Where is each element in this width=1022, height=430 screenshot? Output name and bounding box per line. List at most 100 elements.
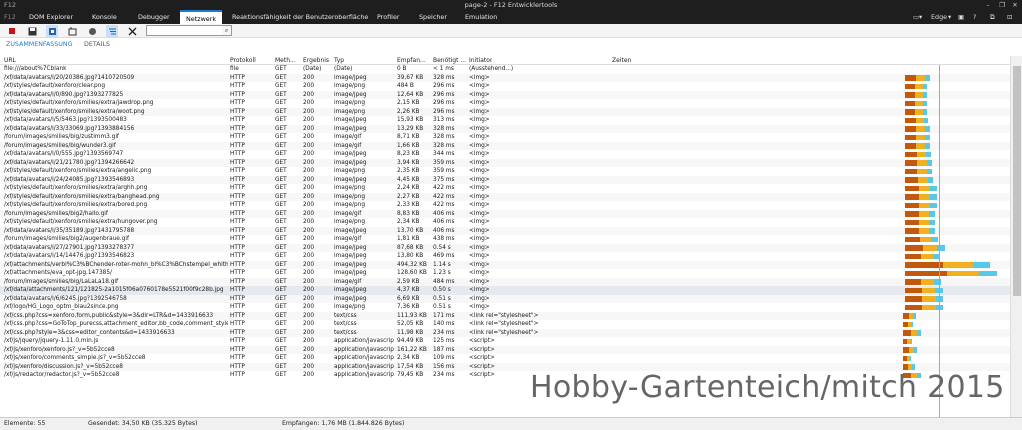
tab-netzwerk[interactable]: Netzwerk <box>180 10 223 24</box>
clear-cache-icon[interactable] <box>66 25 78 37</box>
request-row[interactable]: /xf/css.php?css=xenforo,form,public&styl… <box>0 311 1010 320</box>
request-row[interactable]: /xf/styles/default/xenforo/smilies/extra… <box>0 192 1010 201</box>
tab-reaktionsfaehigkeit[interactable]: Reaktionsfähigkeit der Benutzeroberfläch… <box>232 10 368 24</box>
request-row[interactable]: /xf/js/xenforo/xenforo.js?_v=5b52cce8 HTT… <box>0 345 1010 354</box>
request-row[interactable]: /xf/styles/default/xenforo/smilies/extra… <box>0 167 1010 176</box>
tab-speicher[interactable]: Speicher <box>419 10 447 24</box>
request-row[interactable]: /xf/data/avatars/l/6/6245.jpg?1392546758… <box>0 294 1010 303</box>
column-time[interactable]: Benötigt ... <box>433 56 466 65</box>
cell-protocol: HTTP <box>230 176 245 183</box>
request-row[interactable]: /xf/styles/default/xenforo/clear.png HTTP… <box>0 82 1010 91</box>
column-method[interactable]: Meth... <box>275 56 296 65</box>
request-row[interactable]: /xf/js/jquery/jquery-1.11.0.min.js HTTP GE… <box>0 337 1010 346</box>
filter-list-icon[interactable] <box>106 25 118 37</box>
clear-entries-icon[interactable] <box>46 25 58 37</box>
request-row[interactable]: /xf/styles/default/xenforo/smilies/extra… <box>0 99 1010 108</box>
clear-cookies-icon[interactable] <box>86 25 98 37</box>
request-row[interactable]: /forum/images/smilies/big/LaLaLa18.gif HT… <box>0 277 1010 286</box>
request-row[interactable]: /xf/logo/HG_Logo_optm_blau2since.png HTTP… <box>0 303 1010 312</box>
request-row[interactable]: /xf/data/attachments/121/121825-2a1015f0… <box>0 286 1010 295</box>
request-row[interactable]: /xf/attachments/eva_opt-jpg.147385/HTTP G… <box>0 269 1010 278</box>
column-protocol[interactable]: Protokoll <box>230 56 256 65</box>
target-monitor-icon[interactable]: ▭▾ <box>913 10 922 24</box>
request-row[interactable]: /xf/css.php?css=GoToTop_purecss,attachme… <box>0 320 1010 329</box>
console-toggle-icon[interactable]: ▣ <box>958 10 964 24</box>
column-initiator[interactable]: Initiator <box>469 56 492 65</box>
waterfall-bar <box>943 262 974 268</box>
cell-initiator: <img> <box>469 91 490 98</box>
restore-icon[interactable]: ❐ <box>996 0 1008 10</box>
request-row[interactable]: /xf/styles/default/xenforo/smilies/extra… <box>0 184 1010 193</box>
column-timings[interactable]: Zeiten <box>612 56 631 65</box>
clear-x-icon[interactable] <box>126 25 138 37</box>
column-type[interactable]: Typ <box>334 56 344 65</box>
cell-time: 422 ms <box>433 185 455 191</box>
cell-method: GET <box>275 151 287 157</box>
cell-initiator: <img> <box>469 168 490 174</box>
close-window-icon[interactable]: ✕ <box>1009 0 1021 10</box>
cell-type: image/jpeg <box>334 227 367 234</box>
request-row[interactable]: /xf/data/avatars/l/5/5463.jpg?1393500483… <box>0 116 1010 125</box>
cell-url: /xf/css.php?css=xenforo,form,public&styl… <box>4 312 214 319</box>
cell-time: 234 ms <box>433 372 455 378</box>
cell-type: image/png <box>334 100 366 106</box>
request-row[interactable]: /forum/images/smilies/big2/augenbraue.gi… <box>0 235 1010 244</box>
request-row[interactable]: /forum/images/smilies/big/zustimm3.gif HT… <box>0 133 1010 142</box>
request-row[interactable]: /xf/data/avatars/l/0/555.jpg?1393569747 H… <box>0 150 1010 159</box>
request-row[interactable]: /xf/data/avatars/l/0/890.jpg?1393277825 H… <box>0 90 1010 99</box>
tab-details[interactable]: DETAILS <box>84 41 110 48</box>
target-dropdown-icon[interactable]: ▾ <box>948 10 951 24</box>
request-row[interactable]: /xf/data/avatars/l/35/35189.jpg?14317957… <box>0 226 1010 235</box>
undock-icon[interactable]: ⧉ <box>990 10 995 24</box>
tab-dom-explorer[interactable]: DOM Explorer <box>29 10 73 24</box>
request-row[interactable]: /xf/data/avatars/l/21/21780.jpg?13942666… <box>0 158 1010 167</box>
request-row[interactable]: /xf/attachments/verbl%C3%BChender-roter-… <box>0 260 1010 269</box>
request-row[interactable]: /xf/data/avatars/l/14/14476.jpg?13935468… <box>0 252 1010 261</box>
tab-konsole[interactable]: Konsole <box>92 10 117 24</box>
cell-type: application/javascript <box>334 346 394 353</box>
request-row[interactable]: /xf/data/avatars/l/20/20386.jpg?14107205… <box>0 73 1010 82</box>
cell-method: GET <box>275 287 287 293</box>
request-row[interactable]: file:///about%7Cblank file GET (Date) (Date)… <box>0 65 1010 74</box>
save-icon[interactable] <box>26 25 38 37</box>
target-label[interactable]: Edge <box>931 10 947 24</box>
column-result[interactable]: Ergebnis <box>303 56 329 65</box>
cell-type: image/png <box>334 108 366 115</box>
request-row[interactable]: /xf/css.php?style=3&css=editor_contents&… <box>0 328 1010 337</box>
search-input[interactable] <box>146 25 230 36</box>
cell-initiator: <img> <box>469 219 490 225</box>
search-icon[interactable]: ⌕ <box>222 25 232 36</box>
request-row[interactable]: /xf/data/avatars/l/27/27901.jpg?13932783… <box>0 243 1010 252</box>
tab-debugger[interactable]: Debugger <box>138 10 170 24</box>
tab-profiler[interactable]: Profiler <box>377 10 400 24</box>
request-row[interactable]: /xf/styles/default/xenforo/smilies/extra… <box>0 201 1010 210</box>
waterfall-bar <box>913 313 916 319</box>
request-row[interactable]: /xf/data/avatars/l/24/24085.jpg?13935468… <box>0 175 1010 184</box>
waterfall-bar <box>905 219 919 225</box>
request-row[interactable]: /xf/styles/default/xenforo/smilies/extra… <box>0 107 1010 116</box>
waterfall-bar <box>905 151 917 157</box>
help-icon[interactable]: ? <box>973 10 976 24</box>
tab-emulation[interactable]: Emulation <box>465 10 497 24</box>
waterfall-bar <box>918 211 930 217</box>
cell-received: 2,59 KB <box>397 278 420 285</box>
record-stop-icon[interactable] <box>6 25 18 37</box>
request-row[interactable]: /xf/styles/default/xenforo/smilies/extra… <box>0 218 1010 227</box>
request-row[interactable]: /forum/images/smilies/big/wunder3.gif HTT… <box>0 141 1010 150</box>
cell-method: GET <box>275 134 287 140</box>
cell-type: image/png <box>334 219 366 225</box>
request-row[interactable]: /xf/data/avatars/l/33/33069.jpg?13938841… <box>0 124 1010 133</box>
vertical-scrollbar[interactable] <box>1010 56 1022 417</box>
cell-protocol: HTTP <box>230 185 245 191</box>
waterfall-bar <box>923 245 938 251</box>
minimize-icon[interactable]: – <box>982 0 994 10</box>
column-url[interactable]: URL <box>4 56 16 65</box>
cell-type: text/css <box>334 312 357 319</box>
tab-summary[interactable]: ZUSAMMENFASSUNG <box>6 41 72 48</box>
cell-protocol: HTTP <box>230 202 245 208</box>
request-row[interactable]: /xf/js/xenforo/comments_simple.js?_v=5b5… <box>0 354 1010 363</box>
pin-icon[interactable]: ⊡ <box>1007 10 1012 24</box>
scrollbar-thumb[interactable] <box>1013 66 1021 296</box>
request-row[interactable]: /forum/images/smilies/big2/hallo.gif HTTP… <box>0 209 1010 218</box>
column-received[interactable]: Empfan... <box>397 56 426 65</box>
